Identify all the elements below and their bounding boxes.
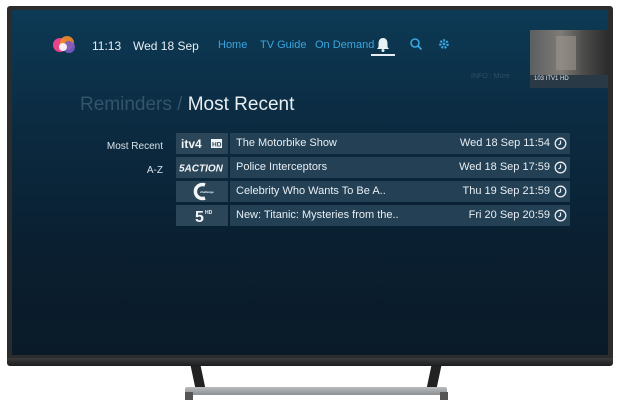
channel-cell: challenge [176,181,228,202]
sidebar-item-most-recent[interactable]: Most Recent [83,141,163,152]
active-tab-underline [371,54,395,56]
tv-stand-leg-left [190,366,206,388]
programme-title: Police Interceptors [236,161,328,173]
svg-text:5: 5 [195,209,204,226]
channel-cell: itv4 HD [176,133,228,154]
search-icon[interactable] [409,37,423,51]
reminder-row[interactable]: itv4 HD The Motorbike Show Wed 18 Sep 11… [176,133,570,154]
clock-icon [554,161,567,174]
svg-text:HD: HD [212,142,222,149]
bell-icon [377,38,389,52]
programme-title: The Motorbike Show [236,137,337,149]
tv-stand-base [185,387,447,395]
reminder-row[interactable]: 5ACTION Police Interceptors Wed 18 Sep 1… [176,157,570,178]
nav-on-demand[interactable]: On Demand [315,39,374,51]
reminder-row[interactable]: 5 HD New: Titanic: Mysteries from the.. … [176,205,570,226]
clock-icon [554,185,567,198]
tv-stand-leg-right [426,366,442,388]
svg-text:5ACTION: 5ACTION [179,164,224,175]
info-hint: INFO : More [471,73,510,80]
tv-screen: 11:13 Wed 18 Sep Home TV Guide On Demand… [12,10,608,355]
preview-channel-caption: 103 ITV1 HD [534,76,569,82]
channel-cell: 5ACTION [176,157,228,178]
tv-stand-foot-left [185,392,193,400]
live-tv-preview[interactable]: 103 ITV1 HD [530,30,608,88]
5action-logo: 5ACTION [179,164,224,175]
top-bar: 11:13 Wed 18 Sep Home TV Guide On Demand… [12,10,608,88]
freeview-logo-icon [53,36,75,53]
tv-bezel-bottom [7,358,613,366]
challenge-logo: challenge [193,182,214,201]
breadcrumb-parent[interactable]: Reminders / [80,94,182,115]
nav-tv-guide[interactable]: TV Guide [260,39,306,51]
nav-home[interactable]: Home [218,39,247,51]
sidebar-item-a-z[interactable]: A-Z [83,165,163,176]
reminder-time: Wed 18 Sep 11:54 [459,137,550,149]
5hd-logo: 5 HD [195,209,213,226]
programme-title: New: Titanic: Mysteries from the.. [236,209,399,221]
itv4-hd-logo: itv4 HD [181,137,222,151]
reminder-time: Thu 19 Sep 21:59 [462,185,550,197]
page-title: Reminders / Most Recent [80,94,294,116]
clock-time: 11:13 [92,39,122,53]
programme-title: Celebrity Who Wants To Be A.. [236,185,386,197]
reminder-time: Wed 18 Sep 17:59 [459,161,550,173]
preview-image [530,30,608,75]
page-title-text: Most Recent [187,94,295,115]
svg-text:itv4: itv4 [181,137,202,151]
svg-text:HD: HD [205,210,213,216]
clock-date: Wed 18 Sep [133,39,199,53]
channel-cell: 5 HD [176,205,228,226]
tab-reminders[interactable] [371,34,395,56]
gear-icon[interactable] [437,37,451,51]
reminder-row[interactable]: challenge Celebrity Who Wants To Be A.. … [176,181,570,202]
svg-text:challenge: challenge [200,190,214,194]
tv-stand-foot-right [440,392,448,400]
clock-icon [554,137,567,150]
clock-icon [554,209,567,222]
reminder-time: Fri 20 Sep 20:59 [468,209,550,221]
